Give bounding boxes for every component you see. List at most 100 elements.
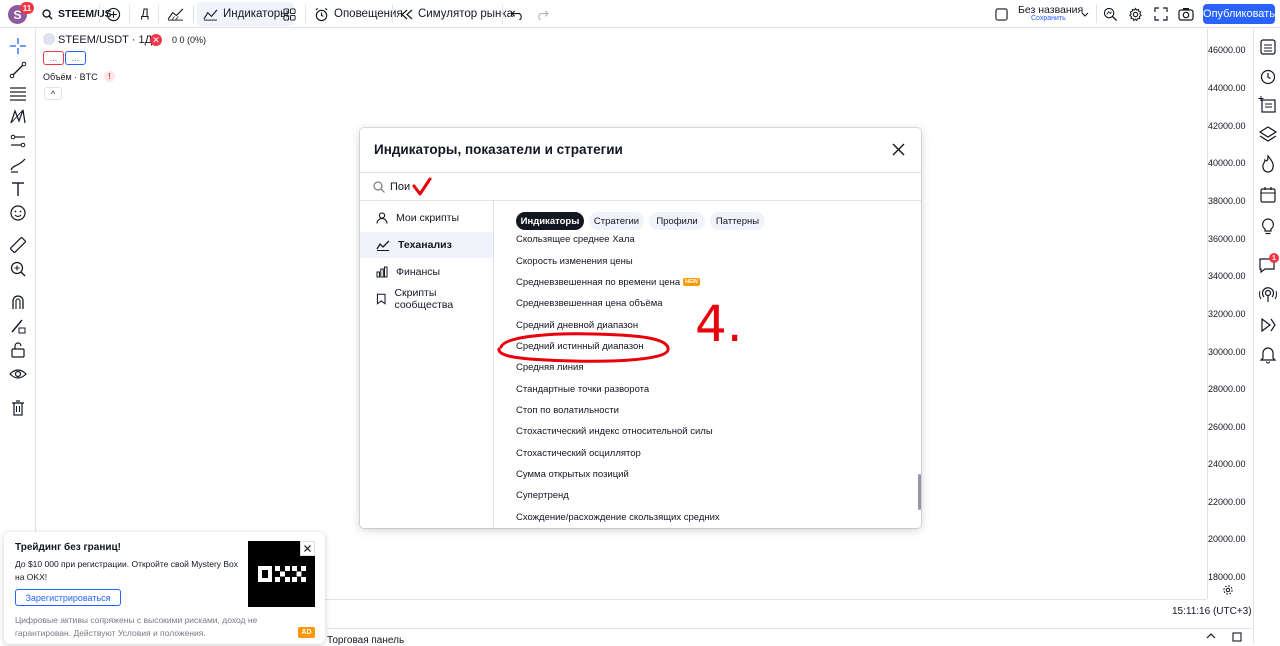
clock-icon <box>1260 69 1276 85</box>
fullscreen-button[interactable] <box>1154 0 1168 28</box>
indicator-item[interactable]: Средневзвешенная цена объёма <box>516 298 663 309</box>
chevron-down-icon <box>1081 12 1089 17</box>
quick-search-button[interactable] <box>1103 0 1118 28</box>
nav-community-scripts[interactable]: Скрипты сообщества <box>360 286 493 312</box>
axis-settings-button[interactable] <box>1222 584 1234 596</box>
text-tool[interactable] <box>8 179 28 199</box>
replay-button[interactable]: Симулятор рынка <box>401 0 513 28</box>
nav-label: Теханализ <box>398 239 452 251</box>
search-icon <box>373 181 385 193</box>
nav-my-scripts[interactable]: Мои скрипты <box>360 205 493 231</box>
settings-button[interactable] <box>1128 0 1143 28</box>
indicator-item[interactable]: Стандартные точки разворота <box>516 384 649 395</box>
prediction-tool[interactable] <box>8 131 28 151</box>
eye-icon <box>9 369 27 379</box>
undo-button[interactable] <box>511 0 524 28</box>
notifications-button[interactable] <box>1258 344 1278 364</box>
register-button[interactable]: Зарегистрироваться <box>15 589 121 606</box>
indicator-item[interactable]: Средневзвешенная по времени цена NEW <box>516 277 700 288</box>
nav-financials[interactable]: Финансы <box>360 259 493 285</box>
price-label: 20000.00 <box>1208 534 1246 544</box>
price-label: 26000.00 <box>1208 422 1246 432</box>
ad-close-button[interactable] <box>300 541 315 556</box>
grid-icon <box>283 7 296 21</box>
chip-indicators[interactable]: Индикаторы <box>516 212 584 230</box>
nav-technical-analysis[interactable]: Теханализ <box>360 232 493 258</box>
warning-icon[interactable]: ! <box>104 71 115 82</box>
compare-button[interactable] <box>106 0 121 28</box>
replay-panel-button[interactable] <box>1258 315 1278 335</box>
step-number-annotation: 4. <box>695 295 743 353</box>
data-window-button[interactable] <box>1258 95 1278 115</box>
indicator-item[interactable]: Стоп по волатильности <box>516 405 619 416</box>
lock-tool[interactable] <box>8 340 28 360</box>
indicator-item[interactable]: Сумма открытых позиций <box>516 469 629 480</box>
trend-line-tool[interactable] <box>8 60 28 80</box>
chart-type-button[interactable] <box>167 0 184 28</box>
chip-profiles[interactable]: Профили <box>649 212 705 230</box>
indicator-item[interactable]: Скользящее среднее Хала <box>516 234 635 245</box>
magnet-tool[interactable] <box>8 292 28 312</box>
indicator-item[interactable]: Супертренд <box>516 490 569 501</box>
fib-tool[interactable] <box>8 83 28 103</box>
trading-panel-tab[interactable]: Торговая панель <box>327 635 404 646</box>
watchlist-button[interactable] <box>1258 37 1278 57</box>
measure-tool[interactable] <box>8 235 28 255</box>
layout-checkbox[interactable] <box>995 0 1008 28</box>
search-bar <box>360 172 921 201</box>
trash-icon <box>12 400 24 416</box>
alerts-panel-button[interactable] <box>1258 66 1278 86</box>
redo-button[interactable] <box>536 0 549 28</box>
crosshair-icon <box>10 38 26 54</box>
indicator-item[interactable]: Стохастический осциллятор <box>516 448 641 459</box>
layout-menu-chevron[interactable] <box>1081 0 1089 28</box>
steem-coin-icon <box>43 33 55 45</box>
panel-border <box>327 628 1253 629</box>
indicator-item[interactable]: Скорость изменения цены <box>516 256 633 267</box>
publish-button[interactable]: Опубликовать <box>1203 4 1275 24</box>
panel-maximize-button[interactable] <box>1232 632 1242 642</box>
crosshair-tool[interactable] <box>8 36 28 56</box>
stay-drawing-tool[interactable] <box>8 316 28 336</box>
snapshot-button[interactable] <box>1178 0 1194 28</box>
alerts-button[interactable]: Оповещения <box>314 0 403 28</box>
replay-label: Симулятор рынка <box>418 8 514 20</box>
streams-button[interactable] <box>1258 285 1278 305</box>
indicator-item[interactable]: Стохастический индекс относительной силы <box>516 426 713 437</box>
search-input[interactable] <box>390 178 790 196</box>
brush-tool[interactable] <box>8 155 28 175</box>
templates-button[interactable] <box>283 0 296 28</box>
panel-collapse-button[interactable] <box>1206 633 1216 639</box>
legend-more-button-2[interactable]: ... <box>65 51 86 65</box>
remove-drawings-tool[interactable] <box>8 398 28 418</box>
interval-button[interactable]: Д <box>141 0 149 28</box>
time-readout[interactable]: 15:11:16 (UTC+3) <box>1172 606 1252 617</box>
price-label: 28000.00 <box>1208 384 1246 394</box>
close-dialog-button[interactable] <box>892 143 905 156</box>
chip-strategies[interactable]: Стратегии <box>589 212 644 230</box>
visibility-tool[interactable] <box>8 364 28 384</box>
indicators-button[interactable]: Индикаторы <box>197 2 295 26</box>
calendar-button[interactable] <box>1258 185 1278 205</box>
pattern-tool[interactable] <box>8 107 28 127</box>
layers-button[interactable] <box>1258 124 1278 144</box>
magnet-icon <box>12 295 24 309</box>
search-icon <box>42 8 53 20</box>
ad-text: До $10 000 при регистрации. Откройте сво… <box>15 559 239 582</box>
indicator-item[interactable]: Схождение/расхождение скользящих средних <box>516 512 720 523</box>
legend-more-button-1[interactable]: ... <box>43 51 64 65</box>
collapse-legend-button[interactable]: ^ <box>44 87 62 100</box>
maximize-icon <box>1232 632 1242 642</box>
zoom-tool[interactable] <box>8 259 28 279</box>
ideas-button[interactable] <box>1258 217 1278 237</box>
symbol-search-button[interactable]: STEEM/US <box>42 0 112 28</box>
error-icon[interactable]: ✕ <box>150 34 162 46</box>
pencil-lock-icon <box>11 319 26 334</box>
list-scrollbar[interactable] <box>918 474 921 510</box>
emoji-tool[interactable] <box>8 203 28 223</box>
price-label: 36000.00 <box>1208 234 1246 244</box>
chip-patterns[interactable]: Паттерны <box>710 212 765 230</box>
new-badge: NEW <box>683 278 700 286</box>
hotlists-button[interactable] <box>1258 154 1278 174</box>
area-chart-icon <box>167 8 184 21</box>
